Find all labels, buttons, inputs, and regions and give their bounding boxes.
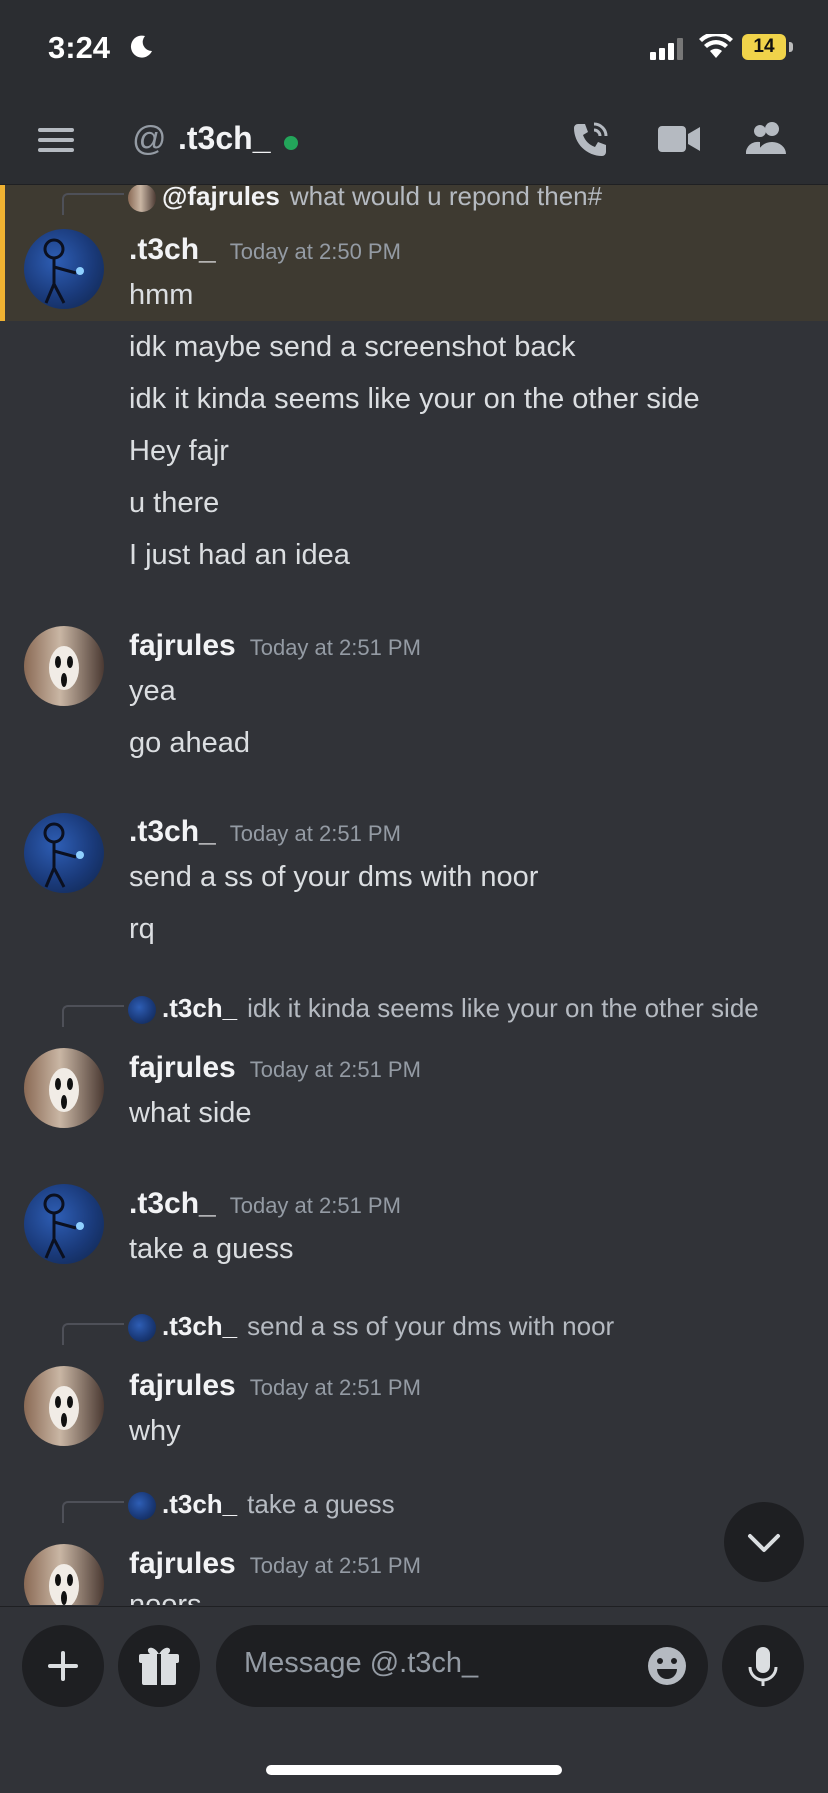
ghostface-mask-icon — [49, 1386, 79, 1430]
jump-to-present-button[interactable] — [724, 1502, 804, 1582]
cellular-signal-icon — [650, 38, 683, 60]
message-line[interactable]: rq — [129, 913, 155, 946]
message-timestamp: Today at 2:51 PM — [229, 1193, 401, 1218]
message-input-placeholder: Message @.t3ch_ — [244, 1647, 479, 1679]
attach-button[interactable] — [22, 1625, 104, 1707]
reply-avatar — [128, 996, 156, 1025]
message-line[interactable]: take a guess — [129, 1233, 293, 1266]
message-line[interactable]: go ahead — [129, 727, 250, 760]
avatar[interactable] — [24, 1366, 104, 1446]
reply-author: .t3ch_ — [162, 993, 238, 1023]
avatar[interactable] — [24, 1544, 104, 1605]
reply-author: .t3ch_ — [162, 1489, 238, 1519]
emoji-icon[interactable] — [646, 1645, 688, 1687]
message-input[interactable]: Message @.t3ch_ — [216, 1625, 708, 1707]
plus-icon — [48, 1651, 78, 1681]
hamburger-menu-icon[interactable] — [38, 126, 74, 154]
figure-icon — [43, 822, 84, 888]
ghostface-mask-icon — [49, 646, 79, 690]
reply-connector — [62, 1323, 124, 1345]
message-author[interactable]: fajrules Today at 2:51 PM — [129, 1051, 421, 1085]
avatar[interactable] — [24, 229, 104, 309]
message-timestamp: Today at 2:51 PM — [249, 1057, 421, 1082]
do-not-disturb-moon-icon — [130, 35, 152, 58]
reply-avatar — [128, 1314, 156, 1343]
wifi-icon — [699, 34, 733, 58]
home-indicator — [266, 1765, 562, 1775]
online-status-dot — [284, 136, 298, 150]
ghostface-mask-icon — [49, 1068, 79, 1112]
message-author[interactable]: .t3ch_ Today at 2:51 PM — [129, 1187, 401, 1221]
battery-icon: 14 — [742, 34, 786, 60]
channel-header: @ .t3ch_ — [0, 96, 828, 185]
figure-icon — [43, 1193, 84, 1259]
reply-text: take a guess — [247, 1489, 395, 1519]
gift-button[interactable] — [118, 1625, 200, 1707]
message-line[interactable]: hmm — [129, 279, 193, 312]
message-author[interactable]: fajrules Today at 2:51 PM — [129, 1547, 421, 1581]
status-bar: 3:24 14 — [0, 0, 828, 96]
message-line[interactable]: Hey fajr — [129, 435, 229, 468]
reply-connector — [62, 1501, 124, 1523]
reply-avatar — [128, 185, 156, 213]
reply-text: send a ss of your dms with noor — [247, 1311, 615, 1341]
message-timestamp: Today at 2:51 PM — [249, 1375, 421, 1400]
message-composer: Message @.t3ch_ — [0, 1606, 828, 1793]
author-name: fajrules — [129, 629, 236, 662]
message-author[interactable]: .t3ch_ Today at 2:50 PM — [129, 233, 401, 267]
message-line[interactable]: what side — [129, 1097, 252, 1130]
reply-preview[interactable]: .t3ch_ idk it kinda seems like your on th… — [128, 993, 759, 1025]
reply-author: .t3ch_ — [162, 1311, 238, 1341]
message-timestamp: Today at 2:51 PM — [249, 1553, 421, 1578]
author-name: .t3ch_ — [129, 815, 216, 848]
message-line[interactable]: send a ss of your dms with noor — [129, 861, 538, 894]
chevron-down-icon — [748, 1534, 780, 1552]
avatar[interactable] — [24, 1048, 104, 1128]
message-author[interactable]: .t3ch_ Today at 2:51 PM — [129, 815, 401, 849]
avatar[interactable] — [24, 813, 104, 893]
reply-text: what would u repond then# — [289, 185, 603, 211]
avatar[interactable] — [24, 1184, 104, 1264]
author-name: fajrules — [129, 1547, 236, 1580]
voice-call-icon[interactable] — [570, 120, 610, 160]
ghostface-mask-icon — [49, 1564, 79, 1605]
figure-icon — [43, 238, 84, 304]
message-line[interactable]: idk maybe send a screenshot back — [129, 331, 576, 364]
author-name: fajrules — [129, 1051, 236, 1084]
message-timestamp: Today at 2:51 PM — [249, 635, 421, 660]
message-line[interactable]: idk it kinda seems like your on the othe… — [129, 383, 700, 416]
author-name: .t3ch_ — [129, 233, 216, 266]
reply-connector — [62, 193, 124, 215]
message-author[interactable]: fajrules Today at 2:51 PM — [129, 1369, 421, 1403]
reply-avatar — [128, 1492, 156, 1521]
author-name: fajrules — [129, 1369, 236, 1402]
battery-tip — [789, 42, 793, 52]
reply-preview[interactable]: @fajrules what would u repond then# — [128, 185, 603, 213]
message-line[interactable]: yea — [129, 675, 176, 708]
microphone-icon — [748, 1647, 778, 1686]
dm-title[interactable]: .t3ch_ — [178, 120, 270, 157]
status-time: 3:24 — [48, 30, 111, 65]
reply-connector — [62, 1005, 124, 1027]
message-line[interactable]: why — [129, 1415, 181, 1448]
message-author[interactable]: fajrules Today at 2:51 PM — [129, 629, 421, 663]
avatar[interactable] — [24, 626, 104, 706]
message-line[interactable]: u there — [129, 487, 219, 520]
message-timestamp: Today at 2:50 PM — [229, 239, 401, 264]
gift-icon — [139, 1647, 179, 1685]
message-feed[interactable]: @fajrules what would u repond then# .t3ch… — [0, 185, 828, 1605]
author-name: .t3ch_ — [129, 1187, 216, 1220]
reply-author: @fajrules — [162, 185, 280, 211]
message-timestamp: Today at 2:51 PM — [229, 821, 401, 846]
reply-preview[interactable]: .t3ch_ send a ss of your dms with noor — [128, 1311, 615, 1343]
at-icon: @ — [132, 120, 167, 158]
video-call-icon[interactable] — [658, 124, 700, 154]
members-icon[interactable] — [746, 120, 788, 156]
message-line[interactable]: I just had an idea — [129, 539, 350, 572]
voice-message-button[interactable] — [722, 1625, 804, 1707]
reply-text: idk it kinda seems like your on the othe… — [247, 993, 759, 1023]
reply-preview[interactable]: .t3ch_ take a guess — [128, 1489, 395, 1521]
message-line[interactable]: noors — [129, 1589, 202, 1605]
